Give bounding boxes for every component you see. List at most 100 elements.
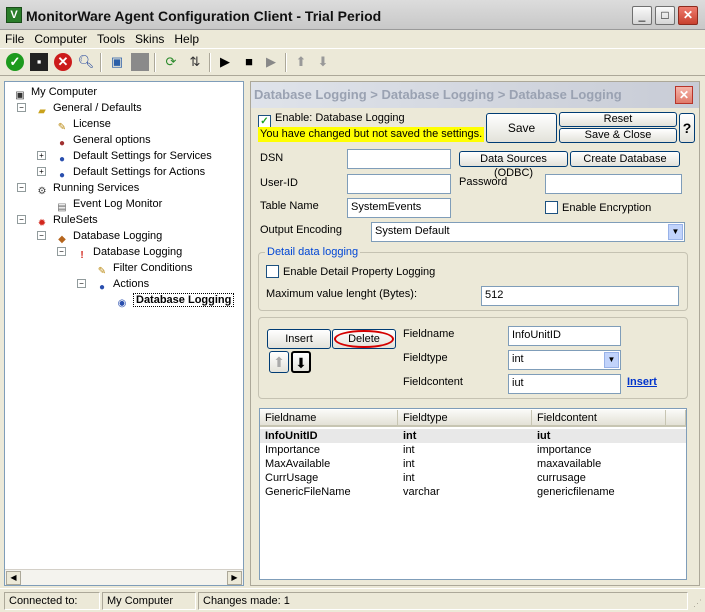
collapse-toggle[interactable]: −: [57, 247, 66, 256]
save-disk-icon[interactable]: ▪: [30, 53, 48, 71]
userid-input[interactable]: [347, 174, 451, 194]
fieldtype-select[interactable]: int ▼: [508, 350, 621, 370]
close-panel-icon[interactable]: ✕: [675, 86, 693, 104]
tree-item-database-logging-action[interactable]: ◉ Database Logging: [115, 292, 235, 309]
dsn-label: DSN: [260, 152, 284, 164]
max-value-label: Maximum value lenght (Bytes):: [266, 288, 417, 300]
expand-toggle[interactable]: +: [37, 151, 46, 160]
table-row[interactable]: CurrUsage int currusage: [260, 471, 686, 485]
status-bar: Connected to: My Computer Changes made: …: [0, 588, 705, 612]
table-row[interactable]: GenericFileName varchar genericfilename: [260, 485, 686, 499]
computer-icon[interactable]: ▣: [108, 53, 126, 71]
tree-item-general-options[interactable]: ● General options: [55, 132, 151, 149]
fieldname-input[interactable]: InfoUnitID: [508, 326, 621, 346]
fieldtype-label: Fieldtype: [403, 352, 448, 364]
tree-item-general-defaults[interactable]: ▰ General / Defaults: [35, 100, 142, 117]
minimize-button[interactable]: _: [632, 6, 652, 25]
maximize-button[interactable]: □: [655, 6, 675, 25]
disabled-icon: [131, 53, 149, 71]
save-close-button[interactable]: Save & Close: [559, 128, 677, 143]
collapse-toggle[interactable]: −: [77, 279, 86, 288]
highlight-circle: [334, 330, 394, 348]
tree-item-default-services[interactable]: ● Default Settings for Services: [55, 148, 212, 165]
title-bar: V MonitorWare Agent Configuration Client…: [0, 0, 705, 30]
rule-icon: !: [80, 250, 84, 261]
tree-item-database-logging-ruleset[interactable]: ◆ Database Logging: [55, 228, 162, 245]
collapse-toggle[interactable]: −: [17, 103, 26, 112]
breadcrumb: Database Logging > Database Logging > Da…: [251, 82, 699, 108]
password-input[interactable]: [545, 174, 682, 194]
menu-computer[interactable]: Computer: [29, 30, 92, 46]
table-row[interactable]: Importance int importance: [260, 443, 686, 457]
tree-item-rulesets[interactable]: ✹ RuleSets: [35, 212, 98, 229]
column-header-fieldtype[interactable]: Fieldtype: [398, 410, 532, 427]
menu-file[interactable]: File: [0, 30, 29, 46]
table-row[interactable]: MaxAvailable int maxavailable: [260, 457, 686, 471]
output-encoding-select[interactable]: System Default ▼: [371, 222, 685, 242]
detail-property-checkbox[interactable]: Enable Detail Property Logging: [266, 265, 435, 278]
enable-checkbox[interactable]: ✓ Enable: Database Logging: [258, 112, 405, 128]
help-button[interactable]: ?: [679, 113, 695, 143]
delete-button[interactable]: Delete: [332, 329, 396, 349]
dsn-input[interactable]: [347, 149, 451, 169]
expand-toggle[interactable]: +: [37, 167, 46, 176]
tree-item-actions[interactable]: ● Actions: [95, 276, 149, 293]
menu-skins[interactable]: Skins: [130, 30, 169, 46]
insert-button[interactable]: Insert: [267, 329, 331, 349]
gears-icon: ⚙: [37, 186, 47, 197]
detail-logging-title: Detail data logging: [265, 246, 361, 258]
close-button[interactable]: ✕: [678, 6, 698, 25]
reload-config-icon[interactable]: ⇅: [186, 53, 204, 71]
menu-help[interactable]: Help: [169, 30, 204, 46]
status-changes: Changes made: 1: [198, 592, 688, 610]
stop-icon[interactable]: ✕: [54, 53, 72, 71]
max-value-input[interactable]: 512: [481, 286, 679, 306]
tree-horizontal-scrollbar[interactable]: ◀ ▶: [5, 569, 243, 585]
table-name-input[interactable]: SystemEvents: [347, 198, 451, 218]
ruleset-icon: ◆: [58, 234, 66, 245]
ruleset-gear-icon: ✹: [37, 218, 47, 229]
save-button[interactable]: Save: [486, 113, 557, 143]
check-icon[interactable]: ✓: [6, 53, 24, 71]
stop-square-icon[interactable]: ■: [240, 53, 258, 71]
tree-item-filter-conditions[interactable]: ✎ Filter Conditions: [95, 260, 193, 277]
status-computer: My Computer: [102, 592, 196, 610]
menu-tools[interactable]: Tools: [92, 30, 130, 46]
column-header-fieldcontent[interactable]: Fieldcontent: [532, 410, 666, 427]
search-icon[interactable]: 🔍︎: [77, 53, 95, 71]
insert-link[interactable]: Insert: [627, 376, 657, 388]
play-icon[interactable]: ▶: [216, 53, 234, 71]
data-sources-button[interactable]: Data Sources (ODBC): [459, 151, 568, 179]
refresh-icon[interactable]: ⟳: [162, 53, 180, 71]
tree-item-database-logging-rule[interactable]: ! Database Logging: [75, 244, 182, 261]
tree-item-my-computer[interactable]: ▣ My Computer: [13, 84, 97, 101]
collapse-toggle[interactable]: −: [37, 231, 46, 240]
resize-grip-icon[interactable]: ⋰: [693, 598, 702, 609]
tree-item-default-actions[interactable]: ● Default Settings for Actions: [55, 164, 205, 181]
reset-button[interactable]: Reset: [559, 112, 677, 127]
collapse-toggle[interactable]: −: [17, 183, 26, 192]
column-header-fieldname[interactable]: Fieldname: [260, 410, 398, 427]
table-name-label: Table Name: [260, 200, 319, 212]
fields-table: Fieldname Fieldtype Fieldcontent InfoUni…: [259, 408, 687, 580]
toolbar: ✓ ▪ ✕ 🔍︎ ▣ ⟳ ⇅ ▶ ■ ▶ ⬆ ⬇: [0, 48, 705, 76]
table-row[interactable]: InfoUnitID int iut: [260, 429, 686, 443]
tree-item-event-log-monitor[interactable]: ▤ Event Log Monitor: [55, 196, 162, 213]
chevron-down-icon[interactable]: ▼: [668, 224, 683, 240]
app-icon: V: [6, 7, 22, 23]
status-connected-label: Connected to:: [4, 592, 100, 610]
collapse-toggle[interactable]: −: [17, 215, 26, 224]
tree-item-license[interactable]: ✎ License: [55, 116, 111, 133]
folder-icon: ▰: [38, 106, 46, 117]
create-database-button[interactable]: Create Database: [570, 151, 680, 167]
scroll-right-button[interactable]: ▶: [227, 571, 242, 585]
scroll-left-button[interactable]: ◀: [6, 571, 21, 585]
database-action-icon: ◉: [117, 298, 127, 309]
fieldcontent-input[interactable]: iut: [508, 374, 621, 394]
column-header-empty: [666, 410, 686, 427]
move-down-icon[interactable]: ⬇: [291, 351, 311, 373]
breadcrumb-text: Database Logging > Database Logging > Da…: [254, 87, 622, 102]
tree-item-running-services[interactable]: ⚙ Running Services: [35, 180, 140, 197]
chevron-down-icon[interactable]: ▼: [604, 352, 619, 368]
enable-encryption-checkbox[interactable]: Enable Encryption: [545, 201, 651, 214]
